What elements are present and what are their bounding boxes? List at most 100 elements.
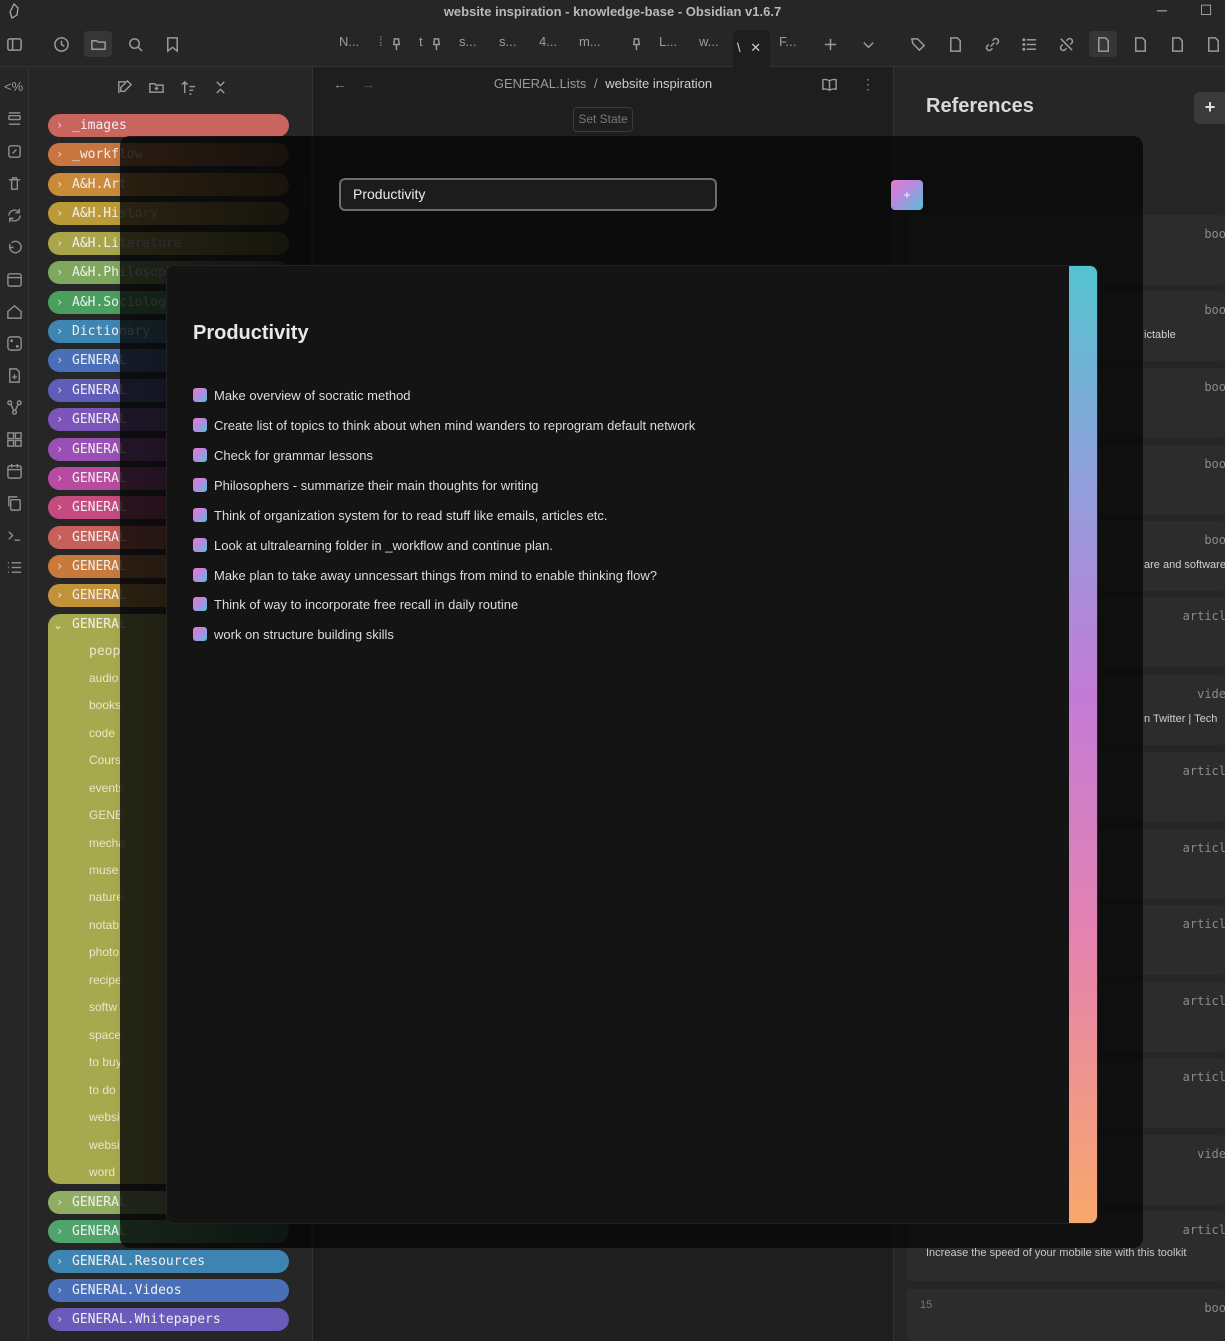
folder-label: GENERAL.Resources (72, 1254, 206, 1269)
tab-active[interactable]: \ ✕ (733, 30, 770, 67)
file-icon-active[interactable] (1089, 31, 1117, 57)
task-item[interactable]: work on structure building skills (193, 624, 394, 644)
grid-icon[interactable] (6, 431, 23, 448)
task-checkbox[interactable] (193, 418, 207, 432)
chevron-right-icon: › (56, 206, 64, 220)
folder-item[interactable]: › GENERAL.Videos (48, 1279, 289, 1302)
dice-icon[interactable] (6, 335, 23, 352)
task-checkbox[interactable] (193, 388, 207, 402)
breadcrumb-current[interactable]: website inspiration (605, 76, 712, 91)
trash-icon[interactable] (6, 175, 23, 192)
folder-label: GENERAL.Whitepapers (72, 1312, 221, 1327)
new-folder-icon[interactable] (146, 77, 166, 97)
more-options-icon[interactable]: ⋮ (861, 76, 875, 93)
file-icon[interactable] (945, 34, 965, 54)
search-icon[interactable] (125, 34, 145, 54)
folder-item[interactable]: › GENERAL.Whitepapers (48, 1308, 289, 1331)
open-in-icon[interactable] (6, 143, 23, 160)
task-card: Productivity Make overview of socratic m… (166, 265, 1098, 1224)
tab-1[interactable]: N... (339, 34, 359, 56)
reference-type-label: boo (1204, 533, 1225, 547)
task-item[interactable]: Make overview of socratic method (193, 385, 411, 405)
task-list-search-input[interactable]: Productivity (339, 178, 717, 211)
folder-item[interactable]: › _images (48, 114, 289, 137)
file-plus-icon[interactable] (6, 367, 23, 384)
file-icon[interactable] (1203, 34, 1223, 54)
add-reference-button[interactable]: + (1194, 92, 1225, 124)
new-tab-icon[interactable] (820, 34, 840, 54)
files-folder-icon[interactable] (84, 31, 112, 57)
list-icon[interactable] (6, 559, 23, 576)
sort-icon[interactable] (178, 77, 198, 97)
file-icon[interactable] (1130, 34, 1150, 54)
task-checkbox[interactable] (193, 508, 207, 522)
breadcrumb-parent[interactable]: GENERAL.Lists (494, 76, 586, 91)
set-state-button[interactable]: Set State (573, 107, 633, 132)
reference-type-label: vide (1197, 687, 1225, 701)
obsidian-logo-icon (6, 2, 22, 19)
align-icon[interactable] (6, 111, 23, 128)
bookmark-icon[interactable] (162, 34, 182, 54)
task-checkbox[interactable] (193, 568, 207, 582)
reference-card[interactable]: boo 15 (906, 1289, 1225, 1341)
task-checkbox[interactable] (193, 448, 207, 462)
task-item[interactable]: Look at ultralearning folder in _workflo… (193, 535, 553, 555)
task-checkbox[interactable] (193, 478, 207, 492)
task-item[interactable]: Create list of topics to think about whe… (193, 415, 695, 435)
reference-type-label: articl (1182, 1223, 1225, 1237)
sidebar-toggle-icon[interactable] (4, 34, 24, 54)
chevron-right-icon: › (56, 530, 64, 544)
task-item[interactable]: Think of organization system for to read… (193, 505, 608, 525)
outgoing-links-icon[interactable] (982, 34, 1002, 54)
tab-5[interactable]: s... (499, 34, 516, 56)
reference-type-label: articl (1182, 917, 1225, 931)
tags-icon[interactable] (908, 34, 928, 54)
graph-icon[interactable] (6, 399, 23, 416)
task-text: Create list of topics to think about whe… (214, 417, 696, 433)
task-item[interactable]: Make plan to take away unncessart things… (193, 565, 657, 585)
chevron-right-icon: › (56, 559, 64, 573)
tab-8[interactable]: L... (659, 34, 677, 56)
reference-text: are and software (1144, 559, 1225, 571)
close-tab-icon[interactable]: ✕ (750, 40, 761, 55)
recent-files-icon[interactable] (51, 34, 71, 54)
task-checkbox[interactable] (193, 597, 207, 611)
maximize-button[interactable]: ☐ (1196, 2, 1216, 20)
copy-icon[interactable] (6, 495, 23, 512)
undo-history-icon[interactable] (6, 239, 23, 256)
tab-2[interactable]: ⁞ (379, 34, 383, 56)
chevron-down-icon[interactable]: ⌄ (53, 618, 63, 632)
home-icon[interactable] (6, 303, 23, 320)
reference-text: 15 (920, 1299, 933, 1311)
tab-10[interactable]: F... (779, 34, 796, 56)
tab-6[interactable]: 4... (539, 34, 557, 56)
task-checkbox[interactable] (193, 538, 207, 552)
terminal-icon[interactable] (6, 527, 23, 544)
task-item[interactable]: Think of way to incorporate free recall … (193, 594, 518, 614)
tab-3[interactable]: t (419, 34, 423, 56)
tab-list-chevron-down-icon[interactable] (858, 34, 878, 54)
task-item[interactable]: Check for grammar lessons (193, 445, 373, 465)
file-icon[interactable] (1167, 34, 1187, 54)
new-note-icon[interactable] (114, 77, 134, 97)
chevron-right-icon: › (56, 588, 64, 602)
folder-item[interactable]: › GENERAL.Resources (48, 1250, 289, 1273)
chevron-right-icon: › (56, 412, 64, 426)
pin-icon (626, 34, 646, 54)
task-checkbox[interactable] (193, 627, 207, 641)
tab-7[interactable]: m... (579, 34, 601, 56)
collapse-all-icon[interactable] (210, 77, 230, 97)
tab-9[interactable]: w... (699, 34, 719, 56)
daily-note-icon[interactable] (6, 463, 23, 480)
task-text: Think of organization system for to read… (214, 507, 608, 523)
tab-4[interactable]: s... (459, 34, 476, 56)
sync-icon[interactable] (6, 207, 23, 224)
templater-icon[interactable]: <% (4, 79, 23, 94)
add-list-button[interactable]: + (891, 180, 923, 210)
task-item[interactable]: Philosophers - summarize their main thou… (193, 475, 538, 495)
outline-list-icon[interactable] (1019, 34, 1039, 54)
unlink-icon[interactable] (1056, 34, 1076, 54)
minimize-button[interactable]: ─ (1152, 2, 1172, 20)
reading-view-book-icon[interactable] (821, 76, 838, 96)
calendar-icon[interactable] (6, 271, 23, 288)
